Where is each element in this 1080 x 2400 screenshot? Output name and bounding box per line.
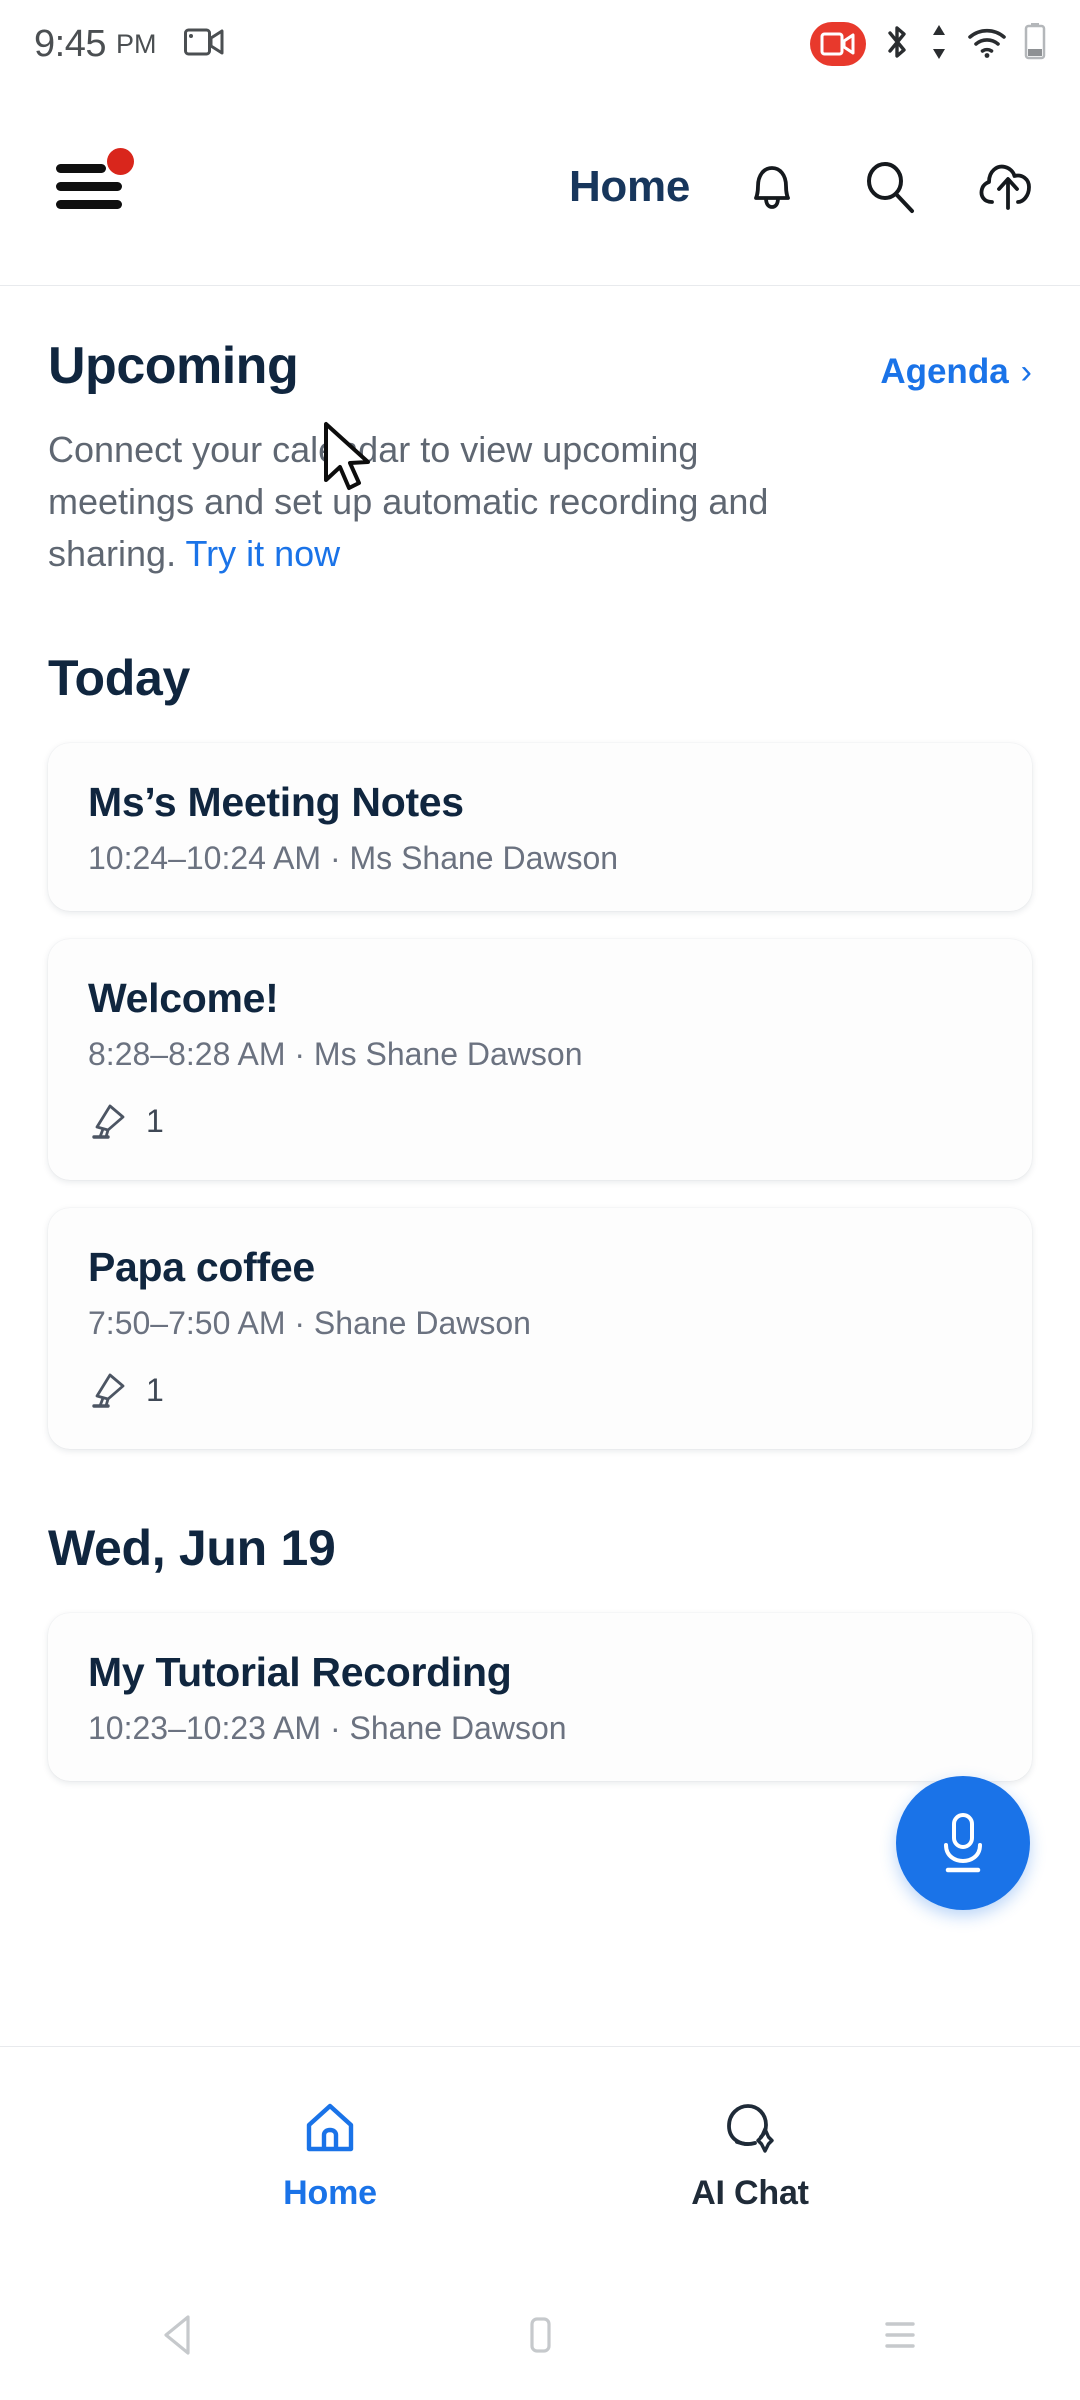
ai-chat-bubble-icon xyxy=(721,2099,779,2162)
back-triangle-icon[interactable] xyxy=(120,2290,240,2380)
status-time: 9:45 xyxy=(34,22,106,65)
try-it-now-link[interactable]: Try it now xyxy=(185,533,340,574)
status-bar-left: 9:45 PM xyxy=(34,23,226,66)
meeting-card-meta: 1 xyxy=(88,1366,992,1415)
cloud-upload-icon[interactable] xyxy=(972,151,1044,223)
agenda-link[interactable]: Agenda › xyxy=(880,352,1032,392)
highlight-count: 1 xyxy=(146,1102,164,1139)
meeting-card[interactable]: Welcome! 8:28–8:28 AM · Ms Shane Dawson … xyxy=(48,938,1032,1180)
app-bar-actions: Home xyxy=(569,88,1044,286)
today-card-list: Ms’s Meeting Notes 10:24–10:24 AM · Ms S… xyxy=(0,707,1080,1449)
recording-badge-icon xyxy=(810,22,866,66)
notifications-bell-icon[interactable] xyxy=(736,151,808,223)
bottom-nav-item-ai-chat[interactable]: AI Chat xyxy=(630,2099,870,2213)
app-screen: 9:45 PM Home Upcoming Agenda › Connect y… xyxy=(0,0,1080,2400)
highlighter-icon xyxy=(88,1366,132,1415)
meeting-card-title: Papa coffee xyxy=(88,1243,315,1290)
page-title: Home xyxy=(568,162,690,211)
upcoming-description-text: Connect your calendar to view upcoming m… xyxy=(48,429,769,575)
highlighter-icon xyxy=(88,1097,132,1146)
hamburger-line xyxy=(56,164,106,173)
home-square-icon[interactable] xyxy=(480,2290,600,2380)
status-bar-right xyxy=(810,22,1046,67)
meeting-card[interactable]: My Tutorial Recording 10:23–10:23 AM · S… xyxy=(48,1612,1032,1781)
meeting-card-title: Ms’s Meeting Notes xyxy=(88,778,464,825)
meeting-card[interactable]: Papa coffee 7:50–7:50 AM · Shane Dawson … xyxy=(48,1207,1032,1449)
upcoming-header: Upcoming Agenda › xyxy=(0,286,1080,396)
hamburger-line xyxy=(56,200,122,209)
app-bar: Home xyxy=(0,88,1080,286)
recents-lines-icon[interactable] xyxy=(840,2290,960,2380)
agenda-link-label: Agenda xyxy=(880,352,1009,391)
meeting-card-subtitle: 8:28–8:28 AM · Ms Shane Dawson xyxy=(88,1035,583,1072)
bottom-navigation: Home AI Chat xyxy=(0,2046,1080,2270)
status-meridiem: PM xyxy=(115,28,157,59)
meeting-card-subtitle: 7:50–7:50 AM · Shane Dawson xyxy=(88,1304,531,1341)
video-camera-icon xyxy=(184,26,226,63)
hamburger-line xyxy=(56,182,122,191)
upcoming-heading: Upcoming xyxy=(48,337,299,395)
data-transfer-icon xyxy=(928,22,950,67)
section-heading-date: Wed, Jun 19 xyxy=(48,1519,336,1576)
bottom-nav-label-ai-chat: AI Chat xyxy=(691,2174,809,2212)
upcoming-description: Connect your calendar to view upcoming m… xyxy=(0,396,900,581)
section-heading-today: Today xyxy=(48,649,191,706)
record-fab-button[interactable] xyxy=(896,1776,1030,1910)
bottom-nav-label-home: Home xyxy=(283,2174,377,2212)
bluetooth-icon xyxy=(882,22,912,67)
chevron-right-icon: › xyxy=(1020,352,1032,391)
status-bar: 9:45 PM xyxy=(0,0,1080,88)
main-content: Upcoming Agenda › Connect your calendar … xyxy=(0,286,1080,2046)
menu-notification-badge xyxy=(107,148,134,175)
bottom-nav-item-home[interactable]: Home xyxy=(210,2099,450,2213)
meeting-card-title: My Tutorial Recording xyxy=(88,1648,512,1695)
highlight-count: 1 xyxy=(146,1371,164,1408)
meeting-card-subtitle: 10:23–10:23 AM · Shane Dawson xyxy=(88,1709,567,1746)
home-icon xyxy=(301,2099,359,2162)
hamburger-menu-icon[interactable] xyxy=(56,148,134,212)
meeting-card-title: Welcome! xyxy=(88,974,279,1021)
search-icon[interactable] xyxy=(854,151,926,223)
battery-icon xyxy=(1024,22,1046,67)
wifi-icon xyxy=(966,25,1008,64)
meeting-card[interactable]: Ms’s Meeting Notes 10:24–10:24 AM · Ms S… xyxy=(48,742,1032,911)
microphone-icon xyxy=(944,1813,982,1873)
android-navigation-bar xyxy=(0,2270,1080,2400)
date-card-list: My Tutorial Recording 10:23–10:23 AM · S… xyxy=(0,1577,1080,1781)
meeting-card-meta: 1 xyxy=(88,1097,992,1146)
meeting-card-subtitle: 10:24–10:24 AM · Ms Shane Dawson xyxy=(88,839,619,876)
